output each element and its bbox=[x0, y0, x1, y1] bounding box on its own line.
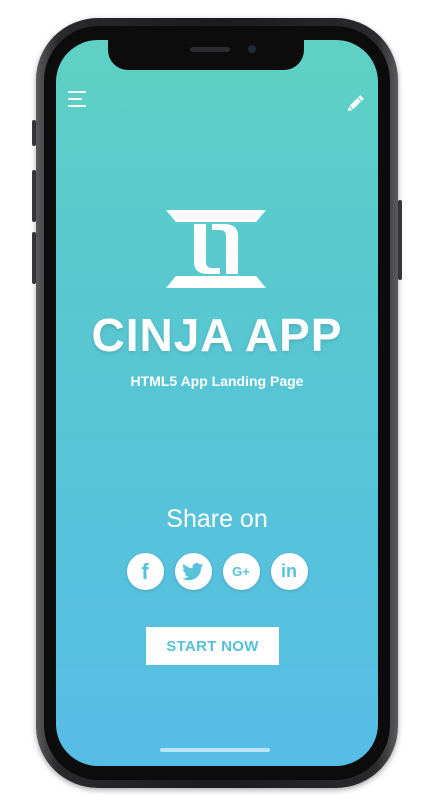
phone-notch bbox=[108, 40, 304, 70]
start-now-button[interactable]: START NOW bbox=[146, 627, 279, 665]
earpiece-speaker bbox=[190, 47, 230, 52]
linkedin-icon: in bbox=[281, 561, 297, 581]
power-button bbox=[398, 200, 402, 280]
app-subtitle: HTML5 App Landing Page bbox=[130, 373, 304, 389]
app-logo bbox=[166, 210, 266, 288]
home-indicator bbox=[160, 748, 270, 752]
twitter-share-button[interactable] bbox=[174, 553, 212, 590]
google-plus-icon: G+ bbox=[232, 564, 250, 579]
google-plus-share-button[interactable]: G+ bbox=[222, 553, 260, 590]
app-title: CINJA APP bbox=[91, 309, 343, 361]
twitter-icon bbox=[182, 562, 204, 580]
facebook-share-button[interactable]: f bbox=[126, 553, 164, 590]
linkedin-share-button[interactable]: in bbox=[270, 553, 308, 590]
share-label: Share on bbox=[166, 505, 268, 533]
front-camera bbox=[248, 45, 256, 53]
social-share-row: f G+ in bbox=[56, 553, 378, 590]
pencil-icon[interactable] bbox=[343, 93, 367, 115]
menu-icon[interactable] bbox=[68, 91, 90, 109]
facebook-icon: f bbox=[141, 558, 149, 584]
